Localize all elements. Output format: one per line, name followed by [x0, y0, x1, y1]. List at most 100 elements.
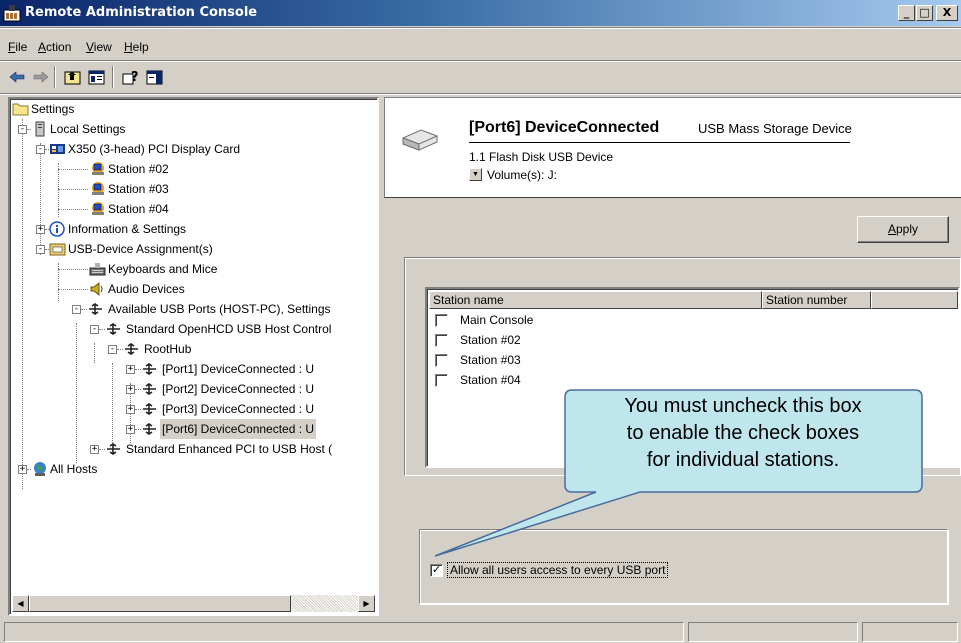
settings-tree[interactable]: Settings - Local Settings - X350 (3-head… — [8, 97, 379, 616]
tree-line — [40, 143, 41, 255]
help-icon: ? — [122, 70, 139, 85]
keyboard-icon — [89, 263, 106, 276]
tree-horizontal-scrollbar[interactable]: ◀ ▶ — [12, 595, 375, 612]
tree-line — [94, 343, 95, 363]
device-title: [Port6] DeviceConnected — [469, 119, 660, 136]
status-cell-tertiary — [862, 622, 958, 642]
station-checkbox[interactable] — [435, 334, 448, 347]
svg-text:?: ? — [131, 70, 139, 85]
show-hide-tree-icon — [88, 70, 105, 84]
usb-drive-icon — [402, 129, 438, 151]
forward-button[interactable] — [30, 67, 51, 87]
station-checkbox[interactable] — [435, 314, 448, 327]
back-button[interactable] — [6, 67, 27, 87]
usb-port-icon — [143, 363, 156, 375]
tree-line — [58, 189, 88, 190]
menu-separator — [0, 60, 961, 62]
tree-line — [58, 169, 88, 170]
device-name: 1.1 Flash Disk USB Device — [469, 150, 614, 164]
expand-toggle[interactable]: + — [126, 405, 135, 414]
tree-line — [58, 269, 88, 270]
device-type: USB Mass Storage Device — [698, 121, 852, 136]
tree-line — [58, 289, 88, 290]
tree-item-port6-label-selected: [Port6] DeviceConnected : U — [160, 419, 317, 439]
scroll-thumb[interactable] — [29, 595, 291, 612]
status-cell-secondary — [688, 622, 858, 642]
callout-line: for individual stations. — [646, 449, 840, 471]
folder-icon — [12, 103, 29, 116]
toolbar-bottom-separator — [0, 93, 961, 95]
collapse-toggle[interactable]: - — [108, 345, 117, 354]
usb-controller-icon — [107, 443, 120, 455]
menu-view[interactable]: View — [86, 40, 112, 54]
station-icon — [92, 162, 104, 175]
title-separator — [0, 27, 961, 29]
collapse-toggle[interactable]: - — [90, 325, 99, 334]
usb-port-icon — [143, 423, 156, 435]
usb-hub-icon — [125, 343, 138, 355]
column-filler — [871, 291, 958, 309]
station-checkbox[interactable] — [435, 374, 448, 387]
tree-line — [58, 209, 88, 210]
forward-arrow-icon — [33, 71, 48, 83]
apply-button[interactable]: Apply — [857, 216, 949, 243]
tree-line — [76, 323, 77, 463]
expand-toggle[interactable]: + — [126, 425, 135, 434]
globe-icon — [34, 462, 46, 476]
collapse-toggle[interactable]: - — [36, 145, 45, 154]
collapse-toggle[interactable]: - — [18, 125, 27, 134]
station-icon — [92, 182, 104, 195]
show-hide-tree-button[interactable] — [86, 67, 107, 87]
toolbar-separator — [54, 66, 56, 88]
menu-action[interactable]: Action — [38, 40, 71, 54]
up-level-button[interactable] — [62, 67, 83, 87]
console-app-icon — [3, 5, 21, 22]
tree-line — [22, 119, 23, 489]
expand-toggle[interactable]: + — [126, 385, 135, 394]
toolbar-separator — [112, 66, 114, 88]
device-header: [Port6] DeviceConnected USB Mass Storage… — [384, 97, 961, 198]
title-bar[interactable]: Remote Administration Console _ □ X — [0, 0, 961, 26]
collapse-toggle[interactable]: - — [36, 245, 45, 254]
menu-file[interactable]: File — [8, 40, 27, 54]
up-folder-icon — [64, 71, 81, 84]
action-pane-button[interactable] — [144, 67, 165, 87]
volumes-dropdown-button[interactable]: ▼ — [469, 168, 482, 181]
display-card-icon — [50, 144, 65, 154]
station-icon — [92, 202, 104, 215]
help-button[interactable]: ? — [120, 67, 141, 87]
scroll-right-button[interactable]: ▶ — [358, 595, 375, 612]
usb-port-icon — [143, 383, 156, 395]
maximize-button[interactable]: □ — [916, 5, 933, 21]
action-pane-icon — [146, 70, 163, 84]
expand-toggle[interactable]: + — [126, 365, 135, 374]
close-button[interactable]: X — [936, 5, 958, 21]
expand-toggle[interactable]: + — [90, 445, 99, 454]
minimize-button[interactable]: _ — [898, 5, 915, 21]
back-arrow-icon — [9, 71, 24, 83]
expand-toggle[interactable]: + — [36, 225, 45, 234]
collapse-toggle[interactable]: - — [72, 305, 81, 314]
tree-line — [112, 363, 113, 443]
usb-assignment-icon — [49, 243, 66, 256]
column-station-number[interactable]: Station number — [762, 291, 871, 309]
info-icon — [49, 221, 65, 237]
window-title: Remote Administration Console — [25, 5, 258, 20]
speaker-icon — [90, 281, 103, 297]
callout-text: You must uncheck this box to enable the … — [563, 393, 923, 474]
menu-help[interactable]: Help — [124, 40, 149, 54]
station-checkbox[interactable] — [435, 354, 448, 367]
usb-hub-icon — [89, 303, 102, 315]
expand-toggle[interactable]: + — [18, 465, 27, 474]
computer-tower-icon — [35, 121, 45, 137]
usb-port-icon — [143, 403, 156, 415]
device-detail-pane: [Port6] DeviceConnected USB Mass Storage… — [384, 97, 961, 616]
volumes-label: Volume(s): J: — [487, 168, 558, 182]
allow-all-checkbox[interactable]: ✓ — [430, 564, 443, 577]
title-underline — [469, 142, 850, 143]
status-cell-main — [4, 622, 684, 642]
allow-all-label[interactable]: Allow all users access to every USB port — [447, 562, 669, 578]
scroll-left-button[interactable]: ◀ — [12, 595, 29, 612]
callout-line: You must uncheck this box — [624, 395, 862, 417]
column-station-name[interactable]: Station name — [429, 291, 762, 309]
